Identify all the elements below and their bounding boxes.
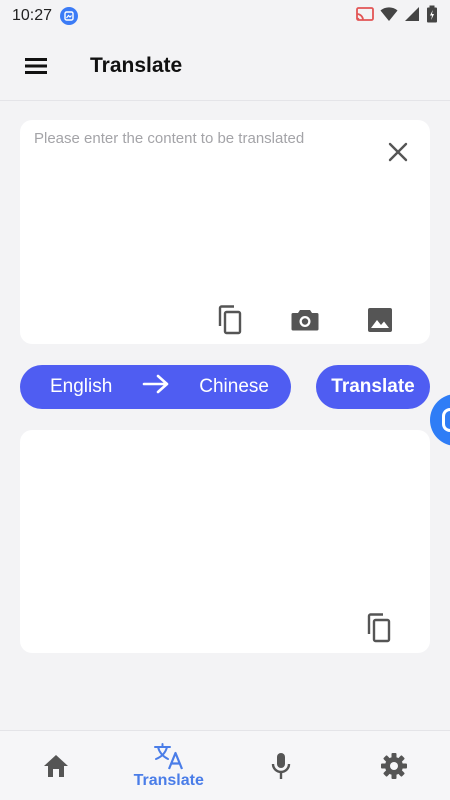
source-text-input[interactable]: [32, 128, 376, 282]
status-bar: 10:27: [0, 0, 450, 32]
nav-item-translate[interactable]: Translate: [113, 731, 226, 800]
copy-result-button[interactable]: [361, 610, 397, 646]
battery-icon: [426, 5, 438, 28]
status-right: [356, 5, 438, 28]
clear-button[interactable]: [380, 134, 416, 170]
translate-button[interactable]: Translate: [316, 365, 430, 409]
hamburger-menu-icon: [24, 56, 48, 76]
arrow-right-icon: [142, 374, 170, 394]
nav-item-voice[interactable]: [225, 731, 338, 800]
wifi-icon: [380, 6, 398, 27]
floating-assistant-button[interactable]: [430, 394, 450, 446]
translation-result-card: [20, 430, 430, 653]
status-time: 10:27: [12, 7, 52, 25]
translate-icon: [154, 742, 184, 770]
gear-icon: [380, 752, 408, 780]
nav-item-home[interactable]: [0, 731, 113, 800]
app-bar: Translate: [0, 32, 450, 101]
bottom-navigation: Translate: [0, 730, 450, 800]
copy-icon: [217, 305, 243, 335]
copy-icon: [366, 613, 392, 643]
image-icon: [367, 307, 393, 333]
target-language[interactable]: Chinese: [199, 376, 269, 398]
signal-icon: [404, 6, 420, 27]
copy-source-button[interactable]: [212, 302, 248, 338]
cast-icon: [356, 6, 374, 27]
microphone-icon: [270, 752, 292, 780]
menu-button[interactable]: [12, 42, 60, 90]
camera-button[interactable]: [287, 302, 323, 338]
nav-item-settings[interactable]: [338, 731, 450, 800]
language-selector: English Chinese: [20, 365, 291, 409]
home-icon: [43, 754, 69, 778]
page-title: Translate: [90, 54, 182, 78]
app-notification-icon: [60, 7, 78, 25]
camera-icon: [291, 308, 319, 332]
status-left: 10:27: [12, 7, 78, 25]
close-icon: [388, 142, 408, 162]
source-text-card: [20, 120, 430, 344]
gallery-button[interactable]: [362, 302, 398, 338]
source-language[interactable]: English: [50, 376, 112, 398]
nav-label-translate: Translate: [134, 772, 204, 790]
swap-languages-button[interactable]: [142, 374, 170, 400]
